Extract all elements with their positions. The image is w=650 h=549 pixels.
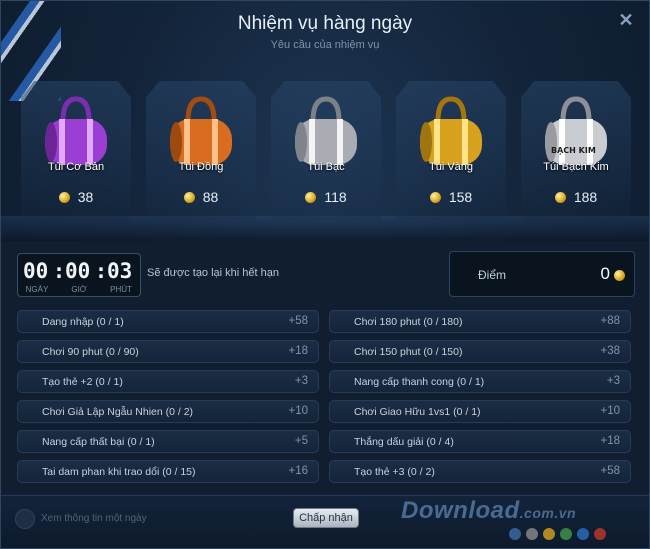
points-box: Điểm 0 [449, 251, 635, 297]
bag-bronze-icon [170, 96, 232, 165]
bag-name: Túi Đồng [178, 161, 224, 173]
task-points: +3 [294, 375, 308, 387]
bag-reward: 188 [521, 189, 631, 205]
daily-missions-dialog: Nhiệm vụ hàng ngày Yêu cầu của nhiệm vụ … [0, 0, 650, 549]
task-row[interactable]: Chơi 180 phut (0 / 180) +88 [329, 310, 631, 333]
bag-gold-icon [420, 96, 482, 165]
task-label: Chơi 180 phut (0 / 180) [354, 316, 463, 328]
task-label: Tạo thẻ +3 (0 / 2) [354, 466, 435, 478]
task-label: Thắng dấu giải (0 / 4) [354, 436, 454, 448]
task-points: +18 [288, 345, 308, 357]
coin-icon [58, 192, 70, 203]
timer-hours: 00 [23, 259, 49, 283]
task-label: Nang cấp thanh cong (0 / 1) [354, 376, 485, 388]
watermark-dot [560, 528, 572, 540]
task-label: Dang nhập (0 / 1) [42, 316, 124, 328]
points-value: 0 [600, 264, 610, 283]
task-label: Chơi Giao Hữu 1vs1 (0 / 1) [354, 406, 481, 418]
dialog-subtitle: Yêu cầu của nhiệm vụ [270, 39, 380, 51]
timer-label-seconds: PHÚT [110, 285, 132, 294]
dialog-title: Nhiệm vụ hàng ngày [237, 13, 413, 34]
bag-card-silver[interactable]: Túi Bạc 118 [271, 81, 381, 221]
show-one-day-checkbox[interactable] [15, 509, 35, 529]
task-points: +88 [600, 315, 620, 327]
bag-card-basic[interactable]: Túi Cơ Bản 38 [21, 81, 131, 221]
bag-basic-icon [45, 96, 107, 165]
task-row[interactable]: Dang nhập (0 / 1) +58 [17, 310, 319, 333]
bag-name: Túi Bạc [307, 161, 345, 173]
task-row[interactable]: Thắng dấu giải (0 / 4) +18 [329, 430, 631, 453]
task-points: +10 [600, 405, 620, 417]
bag-reward-value: 88 [202, 189, 219, 205]
watermark-dot [543, 528, 555, 540]
task-label: Chơi Giả Lập Ngẫu Nhien (0 / 2) [42, 406, 194, 418]
close-icon[interactable]: ✕ [617, 11, 635, 29]
task-label: Nang cấp thất bại (0 / 1) [42, 436, 155, 448]
coin-icon [614, 270, 625, 281]
task-points: +18 [600, 435, 620, 447]
task-row[interactable]: Chơi 90 phut (0 / 90) +18 [17, 340, 319, 363]
bag-card-bronze[interactable]: Túi Đồng 88 [146, 81, 256, 221]
task-row[interactable]: Chơi Giả Lập Ngẫu Nhien (0 / 2) +10 [17, 400, 319, 423]
task-row[interactable]: Chơi Giao Hữu 1vs1 (0 / 1) +10 [329, 400, 631, 423]
watermark-dot [594, 528, 606, 540]
task-label: Tai dam phan khi trao dổi (0 / 15) [42, 466, 196, 478]
task-row[interactable]: Tạo thẻ +3 (0 / 2) +58 [329, 460, 631, 483]
coin-icon [183, 192, 195, 203]
task-row[interactable]: Nang cấp thất bại (0 / 1) +5 [17, 430, 319, 453]
watermark-suffix: .com.vn [519, 505, 577, 521]
bag-card-gold[interactable]: Túi Vàng 158 [396, 81, 506, 221]
points-label: Điểm [478, 268, 507, 282]
task-points: +10 [288, 405, 308, 417]
timer-colon: : [95, 259, 108, 283]
bag-reward-value: 158 [448, 189, 473, 205]
bag-reward-value: 188 [573, 189, 598, 205]
show-one-day-label: Xem thông tin một ngày [41, 513, 147, 524]
watermark-logo: Download.com.vn [401, 497, 576, 525]
bag-platinum-icon: BẠCH KIM [545, 96, 607, 165]
bag-logo-text: BẠCH KIM [551, 146, 596, 155]
timer-colon: : [53, 259, 66, 283]
bag-reward-value: 38 [77, 189, 94, 205]
timer-label-hours: NGÀY [25, 285, 49, 294]
watermark-dot [577, 528, 589, 540]
reward-bags-row: Túi Cơ Bản 38 Túi Đồng 88 Túi Bạc 118 Tú… [21, 81, 631, 221]
watermark-dot [526, 528, 538, 540]
bag-reward: 118 [271, 189, 381, 205]
task-points: +58 [288, 315, 308, 327]
watermark-dot [509, 528, 521, 540]
watermark-text: Download [401, 497, 520, 524]
bag-card-platinum[interactable]: BẠCH KIM Túi Bạch Kim 188 [521, 81, 631, 221]
task-row[interactable]: Tai dam phan khi trao dổi (0 / 15) +16 [17, 460, 319, 483]
bag-reward-value: 118 [324, 189, 347, 205]
bag-name: Túi Vàng [428, 161, 474, 173]
task-row[interactable]: Nang cấp thanh cong (0 / 1) +3 [329, 370, 631, 393]
bag-name: Túi Bạch Kim [543, 161, 609, 173]
accept-button[interactable]: Chấp nhận [293, 508, 359, 528]
task-row[interactable]: Tạo thẻ +2 (0 / 1) +3 [17, 370, 319, 393]
timer-minutes: 00 [65, 259, 91, 283]
coin-icon [554, 192, 566, 203]
bag-name: Túi Cơ Bản [47, 161, 105, 173]
task-label: Chơi 90 phut (0 / 90) [42, 346, 139, 358]
coin-icon [429, 192, 441, 203]
bag-silver-icon [295, 96, 357, 165]
task-points: +16 [288, 465, 308, 477]
reset-note: Sẽ được tạo lại khi hết hạn [147, 267, 279, 279]
bag-reward: 88 [146, 189, 256, 205]
task-row[interactable]: Chơi 150 phut (0 / 150) +38 [329, 340, 631, 363]
task-points: +5 [294, 435, 308, 447]
bag-reward: 158 [396, 189, 506, 205]
countdown-timer: 00 : 00 : 03 NGÀY GIỜ PHÚT [17, 253, 141, 297]
timer-label-minutes: GIỜ [71, 285, 87, 294]
watermark-dots [509, 527, 611, 545]
task-points: +3 [606, 375, 620, 387]
task-label: Chơi 150 phut (0 / 150) [354, 346, 463, 358]
coin-icon [305, 192, 317, 203]
bag-reward: 38 [21, 189, 131, 205]
task-points: +38 [600, 345, 620, 357]
task-label: Tạo thẻ +2 (0 / 1) [42, 376, 123, 388]
task-points: +58 [600, 465, 620, 477]
timer-seconds: 03 [107, 259, 133, 283]
